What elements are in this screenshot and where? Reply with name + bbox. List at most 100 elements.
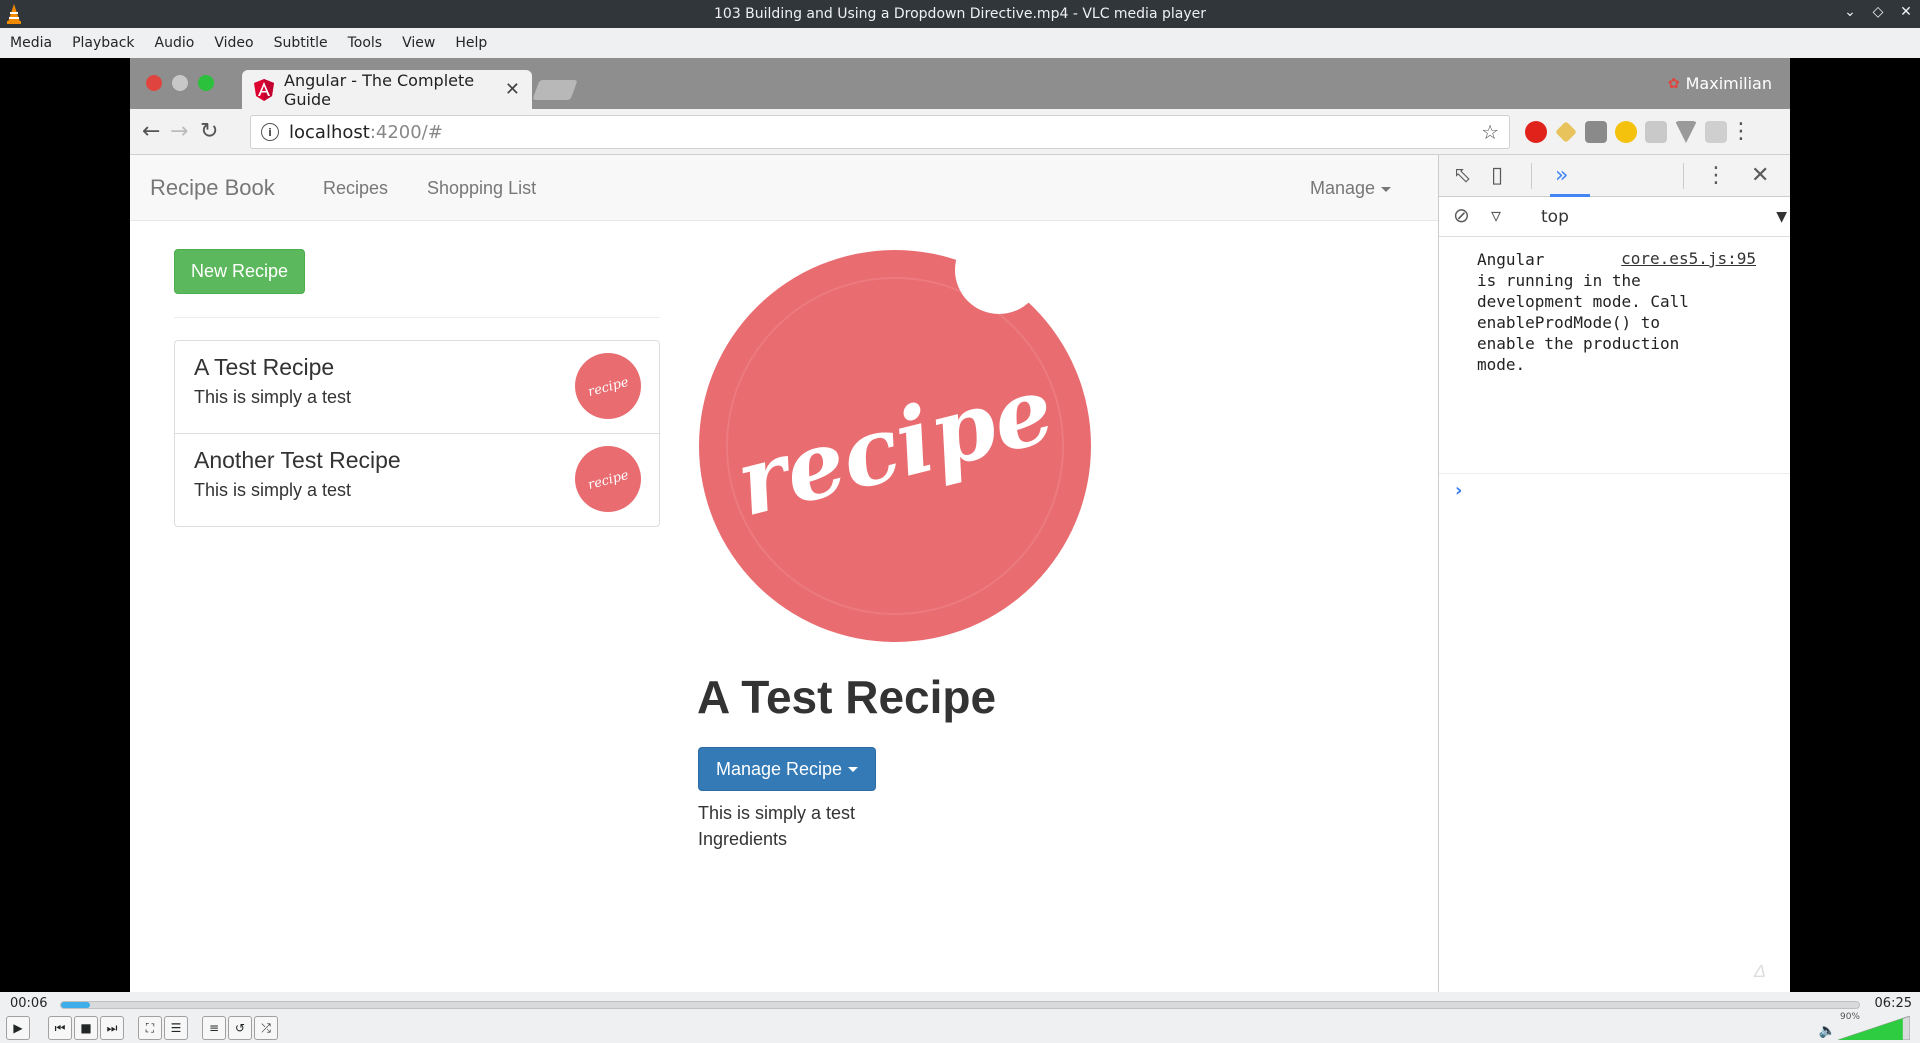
devtools-panel: ⬁ ▯ » ⋮ ✕ ⊘ ▿ top ▼ Angular is running i… xyxy=(1438,155,1790,992)
menu-help[interactable]: Help xyxy=(445,35,497,51)
browser-minimize-dot xyxy=(172,75,188,91)
play-button[interactable]: ▶ xyxy=(6,1016,30,1040)
jb-extension-icon xyxy=(1585,121,1607,143)
shuffle-button[interactable]: ⤮ xyxy=(254,1016,278,1040)
new-recipe-button: New Recipe xyxy=(174,249,305,294)
vlc-menubar: Media Playback Audio Video Subtitle Tool… xyxy=(0,28,1920,58)
total-time: 06:25 xyxy=(1874,996,1912,1011)
elapsed-time: 00:06 xyxy=(10,996,48,1011)
chrome-menu-icon: ⋮ xyxy=(1730,119,1752,144)
new-tab-icon xyxy=(532,80,578,100)
vlc-titlebar: 103 Building and Using a Dropdown Direct… xyxy=(0,0,1920,28)
recipe-detail-description: This is simply a test xyxy=(698,803,856,823)
recipe-item-description: This is simply a test xyxy=(194,387,352,407)
recipe-item-name: A Test Recipe xyxy=(194,354,335,380)
menu-subtitle[interactable]: Subtitle xyxy=(264,35,338,51)
console-separator xyxy=(1439,473,1790,474)
menu-playback[interactable]: Playback xyxy=(62,35,144,51)
nav-shopping-list: Shopping List xyxy=(427,178,537,198)
nav-manage: Manage xyxy=(1310,178,1392,199)
bookmark-star-icon: ☆ xyxy=(1481,120,1499,144)
profile: ✿ Maximilian xyxy=(1668,74,1772,93)
vlc-controls: 00:06 06:25 ▶ ⏮ ■ ⏭ ⛶ ☰ ≡ ↺ ⤮ 🔈 90% xyxy=(0,992,1920,1043)
recipe-hero-image: recipe xyxy=(699,250,1091,642)
menu-audio[interactable]: Audio xyxy=(145,35,205,51)
cast-extension-icon xyxy=(1705,121,1727,143)
toolbar-separator xyxy=(1531,163,1532,189)
next-button[interactable]: ⏭ xyxy=(100,1016,124,1040)
reload-icon: ↻ xyxy=(200,119,219,144)
extended-settings-button[interactable]: ☰ xyxy=(164,1016,188,1040)
opera-extension-icon xyxy=(1525,121,1547,143)
volume-slider[interactable] xyxy=(1838,1016,1910,1040)
browser-tab-strip: Angular - The Complete Guide ✕ ✿ Maximil… xyxy=(130,58,1790,109)
menu-view[interactable]: View xyxy=(392,35,445,51)
caret-down-icon xyxy=(1381,186,1392,192)
nav-manage-label: Manage xyxy=(1310,178,1376,198)
previous-button[interactable]: ⏮ xyxy=(48,1016,72,1040)
browser-zoom-dot xyxy=(198,75,214,91)
recipe-thumbnail: recipe xyxy=(575,446,641,512)
vue-extension-icon xyxy=(1675,121,1697,143)
close-icon[interactable]: ✕ xyxy=(1898,4,1914,20)
console-prompt-icon: › xyxy=(1455,480,1463,501)
udemy-watermark: Δ xyxy=(1753,961,1766,981)
nav-recipes: Recipes xyxy=(323,178,389,198)
seek-progress xyxy=(61,1002,90,1008)
maximize-icon[interactable]: ◇ xyxy=(1870,4,1886,20)
url-path: :4200/# xyxy=(369,121,443,143)
caret-down-icon xyxy=(848,766,859,772)
url-host: localhost xyxy=(289,121,370,143)
fullscreen-button[interactable]: ⛶ xyxy=(138,1016,162,1040)
filter-icon: ▿ xyxy=(1491,203,1502,227)
console-filter-bar: ⊘ ▿ top ▼ xyxy=(1439,197,1790,237)
menu-video[interactable]: Video xyxy=(204,35,263,51)
loop-button[interactable]: ↺ xyxy=(228,1016,252,1040)
window-title: 103 Building and Using a Dropdown Direct… xyxy=(714,6,1206,22)
info-icon: i xyxy=(261,123,279,141)
toolbar-separator xyxy=(1683,163,1684,189)
recipe-item-description: This is simply a test xyxy=(194,480,352,500)
console-source-link: core.es5.js:95 xyxy=(1621,249,1756,268)
vlc-cone-icon xyxy=(7,4,21,24)
forward-arrow-icon: → xyxy=(170,119,189,144)
device-toggle-icon: ▯ xyxy=(1491,163,1504,188)
tab-close-icon: ✕ xyxy=(504,79,520,100)
devtools-close-icon: ✕ xyxy=(1751,163,1770,188)
manage-recipe-label: Manage Recipe xyxy=(715,758,843,779)
inspect-element-icon: ⬁ xyxy=(1453,163,1472,188)
profile-name: Maximilian xyxy=(1685,74,1772,93)
eyedropper-extension-icon xyxy=(1555,121,1577,143)
tab-title: Angular - The Complete Guide xyxy=(284,70,475,109)
ingredients-label: Ingredients xyxy=(698,829,788,849)
browser-close-dot xyxy=(146,75,162,91)
angular-logo-icon xyxy=(254,78,274,101)
app-navbar: Recipe Book Recipes Shopping List Manage xyxy=(130,155,1438,221)
video-frame: Angular - The Complete Guide ✕ ✿ Maximil… xyxy=(130,58,1790,992)
grid-extension-icon xyxy=(1645,121,1667,143)
recipe-list-item: A Test Recipe This is simply a test reci… xyxy=(174,340,660,434)
recipe-item-name: Another Test Recipe xyxy=(194,447,401,473)
seek-bar[interactable] xyxy=(60,1001,1860,1009)
more-panels-icon: » xyxy=(1555,163,1569,188)
profile-icon: ✿ xyxy=(1667,75,1680,92)
recipe-page: Recipe Book Recipes Shopping List Manage… xyxy=(130,155,1438,992)
stop-button[interactable]: ■ xyxy=(74,1016,98,1040)
playlist-button[interactable]: ≡ xyxy=(202,1016,226,1040)
recipe-detail-title: A Test Recipe xyxy=(697,671,997,723)
recipe-thumbnail: recipe xyxy=(575,353,641,419)
brand: Recipe Book xyxy=(150,175,275,200)
menu-media[interactable]: Media xyxy=(0,35,62,51)
context-selector: top xyxy=(1541,207,1569,227)
video-area[interactable]: Angular - The Complete Guide ✕ ✿ Maximil… xyxy=(0,58,1920,992)
minimize-icon[interactable]: ⌄ xyxy=(1842,4,1858,20)
clear-console-icon: ⊘ xyxy=(1453,203,1470,227)
browser-toolbar: ← → ↻ i localhost :4200/# ☆ ⋮ xyxy=(130,109,1790,155)
speaker-icon[interactable]: 🔈 xyxy=(1819,1023,1836,1039)
back-arrow-icon: ← xyxy=(142,119,161,144)
menu-tools[interactable]: Tools xyxy=(338,35,393,51)
address-bar: i localhost :4200/# ☆ xyxy=(250,115,1510,149)
devtools-toolbar: ⬁ ▯ » ⋮ ✕ xyxy=(1439,155,1790,197)
window-controls: ⌄ ◇ ✕ xyxy=(1842,4,1914,20)
dropdown-arrow-icon: ▼ xyxy=(1776,209,1787,225)
